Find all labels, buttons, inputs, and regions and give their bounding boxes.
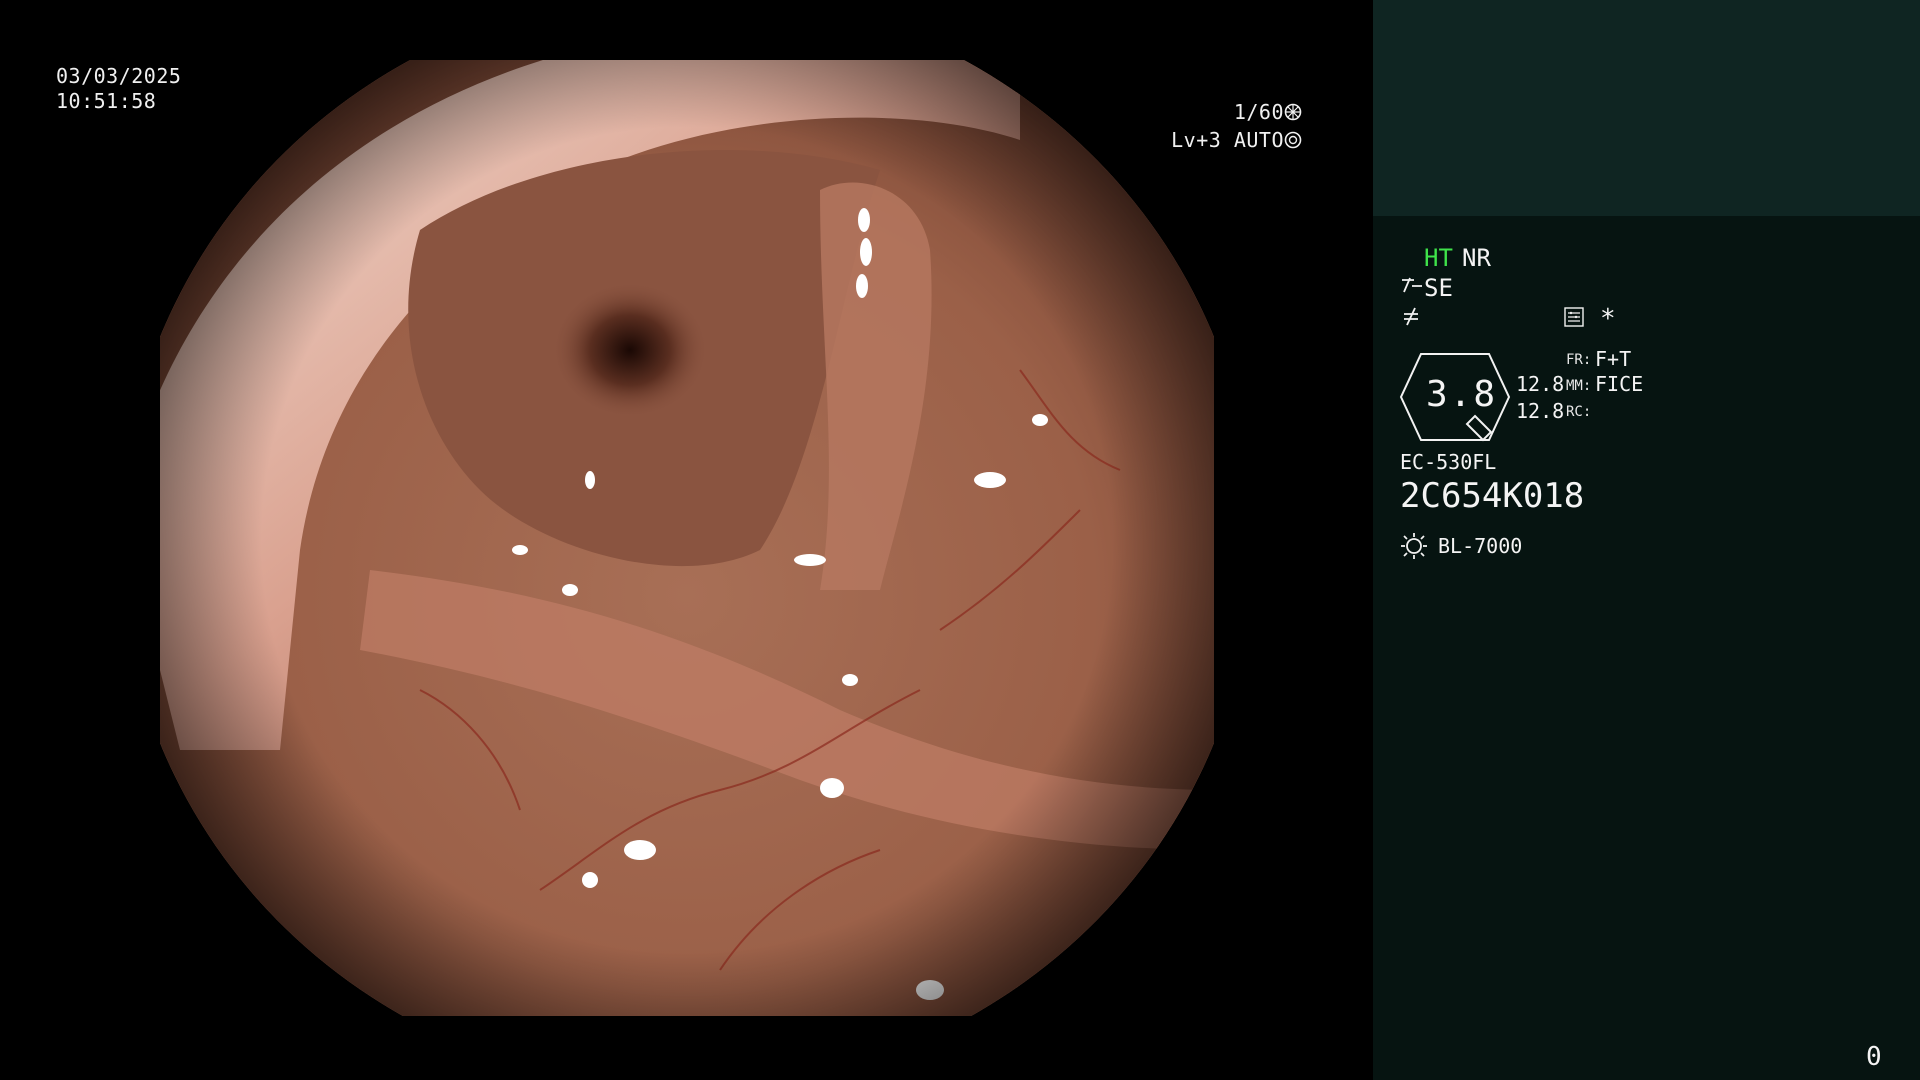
value-2: 12.8 <box>1516 399 1565 423</box>
fr-value: F+T <box>1595 347 1632 371</box>
star-marker: * <box>1600 304 1616 334</box>
structure-enhance-icon <box>1400 276 1426 298</box>
time-readout: 10:51:58 <box>56 89 157 113</box>
colon-lumen-illustration <box>160 60 1214 1016</box>
mm-label: MM: <box>1566 378 1592 394</box>
endoscope-image-frame <box>160 60 1214 1016</box>
level-value: Lv+3 <box>1171 128 1222 152</box>
light-source-icon <box>1400 532 1428 560</box>
color-enhance-icon <box>1400 306 1424 328</box>
nr-indicator: NR <box>1462 244 1491 272</box>
shutter-value: 1/60 <box>1233 100 1284 124</box>
light-source-model: BL-7000 <box>1438 534 1523 558</box>
exposure-readout: Lv+3 AUTO <box>1052 128 1302 154</box>
scope-model: EC-530FL <box>1400 450 1497 474</box>
panel-header-area <box>1373 0 1920 216</box>
shutter-readout: 1/60 <box>1102 100 1302 126</box>
value-1: 12.8 <box>1516 372 1565 396</box>
date-readout: 03/03/2025 <box>56 64 182 88</box>
fr-label: FR: <box>1566 352 1592 368</box>
shutter-icon <box>1284 102 1302 126</box>
endoscope-view: 03/03/2025 10:51:58 1/60 Lv+3 AUTO <box>0 0 1373 1080</box>
ht-indicator: HT <box>1424 244 1453 272</box>
se-indicator: SE <box>1424 274 1453 302</box>
iris-mode: AUTO <box>1233 128 1284 152</box>
record-icon <box>1564 307 1586 329</box>
counter: 0 <box>1866 1042 1882 1072</box>
iris-icon <box>1284 130 1302 154</box>
scope-serial: 2C654K018 <box>1400 476 1585 516</box>
zoom-value: 3.8 <box>1426 374 1498 415</box>
endoscope-image <box>160 60 1214 1016</box>
mm-value: FICE <box>1595 372 1644 396</box>
rc-label: RC: <box>1566 404 1592 420</box>
